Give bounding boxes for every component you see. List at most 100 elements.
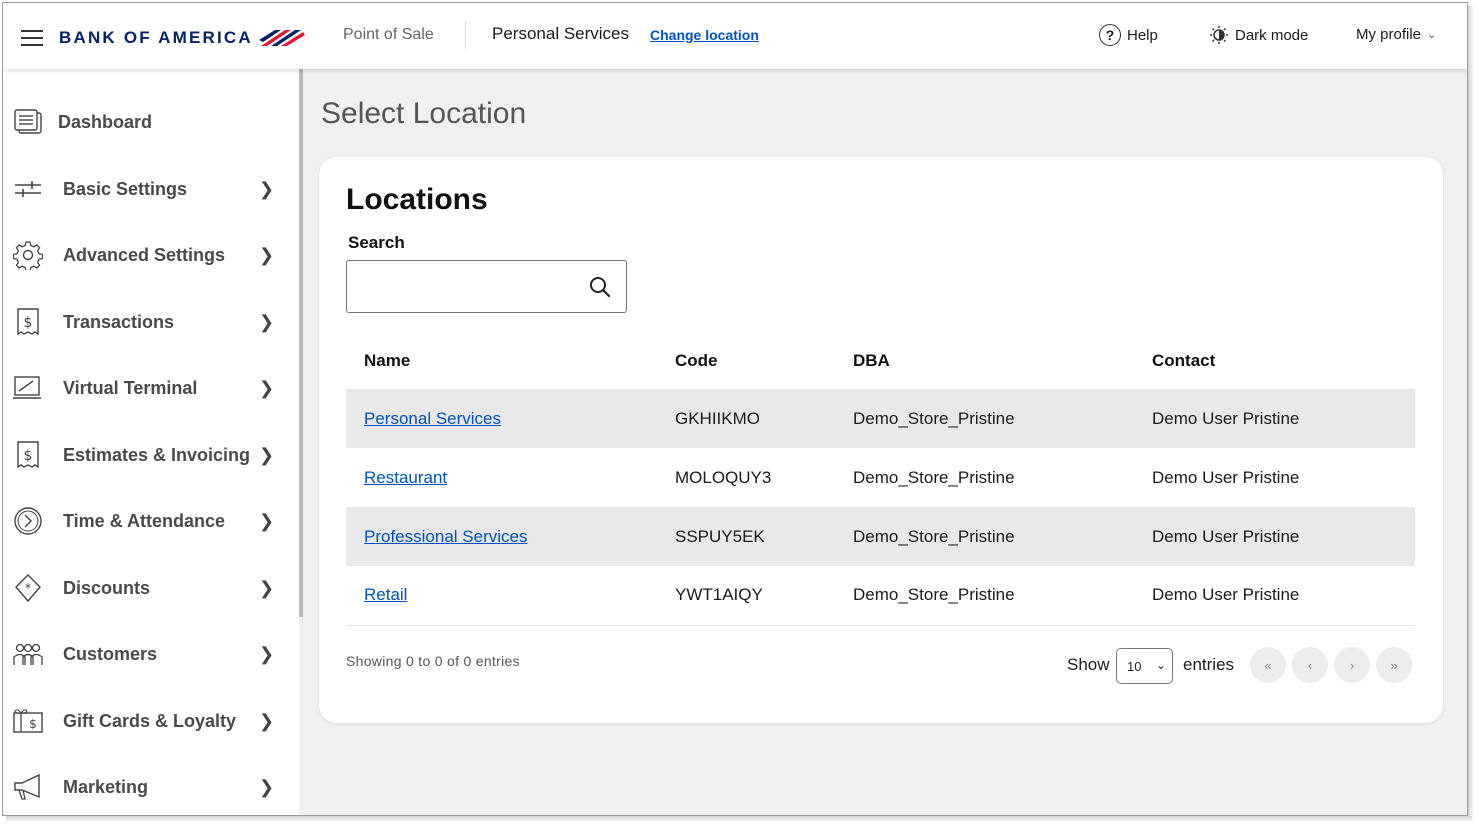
table-row: Professional Services SSPUY5EK Demo_Stor…	[346, 507, 1415, 566]
previous-page-button[interactable]: ‹	[1292, 647, 1328, 683]
help-label: Help	[1127, 26, 1158, 44]
svg-text:$: $	[29, 717, 37, 731]
table-row: Retail YWT1AIQY Demo_Store_Pristine Demo…	[346, 566, 1415, 626]
locations-table: Name Code DBA Contact Personal Services …	[346, 333, 1415, 626]
sidebar-item-label: Basic Settings	[63, 178, 188, 199]
chevron-down-icon: ⌄	[1427, 29, 1437, 41]
window-shadow-right	[1468, 6, 1474, 820]
table-cell-code: MOLOQUY3	[675, 467, 772, 487]
location-link[interactable]: Restaurant	[364, 468, 447, 487]
sidebar-item-discounts[interactable]: * Discounts ❯	[3, 560, 299, 616]
sidebar-item-label: Discounts	[63, 577, 151, 598]
sidebar-item-time-attendance[interactable]: Time & Attendance ❯	[3, 493, 299, 549]
locations-card: Locations Search Name Code DBA Contact P…	[319, 157, 1443, 723]
svg-text:$: $	[24, 448, 33, 464]
chevron-right-icon: ❯	[259, 510, 275, 531]
first-page-button[interactable]: «	[1250, 647, 1286, 683]
sidebar-item-basic-settings[interactable]: Basic Settings ❯	[3, 161, 299, 217]
sidebar-item-label: Estimates & Invoicing	[63, 444, 251, 465]
my-profile-menu[interactable]: My profile ⌄	[1356, 26, 1436, 43]
chevron-right-icon: ❯	[259, 643, 275, 664]
megaphone-icon	[13, 772, 43, 802]
sidebar-item-estimates-invoicing[interactable]: $ Estimates & Invoicing ❯	[3, 427, 299, 483]
table-cell-code: SSPUY5EK	[657, 507, 835, 566]
search-field[interactable]	[346, 260, 627, 313]
brand-name: BANK OF AMERICA	[59, 28, 253, 47]
sidebar-item-marketing[interactable]: Marketing ❯	[3, 759, 299, 815]
chevron-down-icon: ⌄	[1155, 658, 1166, 672]
entries-label: entries	[1183, 655, 1235, 674]
sidebar-item-label: Time & Attendance	[63, 510, 226, 531]
table-cell-contact: Demo User Pristine	[1134, 507, 1415, 566]
window-shadow-bottom	[6, 816, 1472, 822]
bank-logo[interactable]: BANK OF AMERICA	[59, 23, 307, 53]
current-location: Personal Services	[492, 24, 630, 43]
show-label: Show	[1067, 655, 1110, 674]
sidebar-item-label: Advanced Settings	[63, 244, 226, 265]
sidebar-item-virtual-terminal[interactable]: Virtual Terminal ❯	[3, 360, 299, 416]
chevron-right-icon: ❯	[259, 178, 275, 199]
column-header-name[interactable]: Name	[346, 333, 657, 389]
sidebar-scrollbar[interactable]	[299, 69, 303, 617]
sidebar-item-advanced-settings[interactable]: Advanced Settings ❯	[3, 227, 299, 283]
my-profile-label: My profile	[1356, 26, 1422, 43]
last-page-button[interactable]: »	[1376, 647, 1412, 683]
app-window: BANK OF AMERICA Point of Sale Personal S…	[2, 2, 1468, 816]
location-link[interactable]: Personal Services	[364, 409, 501, 428]
sidebar-item-label: Virtual Terminal	[63, 377, 198, 398]
entries-per-page-select[interactable]: 10 ⌄	[1116, 648, 1173, 684]
table-cell-code: GKHIIKMO	[657, 389, 835, 448]
svg-text:*: *	[25, 581, 31, 595]
column-header-contact[interactable]: Contact	[1134, 333, 1415, 389]
table-cell-contact: Demo User Pristine	[1152, 467, 1300, 487]
sidebar: Dashboard Basic Settings ❯ Advanced Sett…	[3, 69, 299, 815]
menu-icon[interactable]	[21, 30, 43, 46]
table-cell-name: Personal Services	[346, 389, 657, 448]
table-cell-dba: Demo_Store_Pristine	[835, 389, 1134, 448]
svg-text:$: $	[24, 315, 33, 331]
search-label: Search	[348, 233, 405, 252]
table-cell-name: Retail	[346, 566, 657, 626]
flag-logo-icon	[258, 30, 305, 46]
dark-mode-toggle[interactable]: Dark mode	[1209, 25, 1308, 45]
chevron-right-icon: ❯	[259, 710, 275, 731]
sidebar-item-customers[interactable]: Customers ❯	[3, 626, 299, 682]
receipt-dollar-icon: $	[13, 307, 43, 337]
brightness-icon	[1210, 26, 1228, 44]
chevron-right-icon: ❯	[259, 577, 275, 598]
customers-icon	[13, 639, 43, 669]
table-cell-code: YWT1AIQY	[657, 566, 835, 626]
location-link[interactable]: Retail	[364, 585, 407, 604]
terminal-icon	[13, 373, 43, 403]
gear-icon	[13, 240, 43, 270]
search-icon[interactable]	[589, 276, 611, 298]
invoice-dollar-icon: $	[13, 440, 43, 470]
search-input[interactable]	[357, 273, 577, 301]
discount-tag-icon: *	[13, 573, 43, 603]
sidebar-item-transactions[interactable]: $ Transactions ❯	[3, 294, 299, 350]
location-link[interactable]: Professional Services	[364, 527, 527, 546]
sidebar-item-label: Marketing	[63, 776, 149, 797]
chevron-right-icon: ❯	[259, 377, 275, 398]
sidebar-item-gift-cards-loyalty[interactable]: $ Gift Cards & Loyalty ❯	[3, 693, 299, 749]
sidebar-item-label: Customers	[63, 643, 158, 664]
column-header-dba[interactable]: DBA	[835, 333, 1134, 389]
change-location-link[interactable]: Change location	[650, 27, 759, 43]
dark-mode-label: Dark mode	[1235, 26, 1309, 44]
table-cell-name: Restaurant	[346, 448, 657, 507]
top-header: BANK OF AMERICA Point of Sale Personal S…	[3, 3, 1467, 69]
table-cell-dba: Demo_Store_Pristine	[835, 507, 1134, 566]
table-row: Personal Services GKHIIKMO Demo_Store_Pr…	[346, 389, 1415, 448]
sidebar-item-label: Gift Cards & Loyalty	[63, 710, 237, 731]
table-cell-dba: Demo_Store_Pristine	[835, 566, 1134, 626]
table-cell-contact: Demo User Pristine	[1134, 566, 1415, 626]
help-button[interactable]: ? Help	[1099, 24, 1158, 46]
next-page-button[interactable]: ›	[1334, 647, 1370, 683]
column-header-code[interactable]: Code	[657, 333, 835, 389]
chevron-right-icon: ❯	[259, 776, 275, 797]
entries-select-value: 10	[1127, 658, 1142, 674]
dashboard-icon	[13, 107, 43, 137]
entries-info: Showing 0 to 0 of 0 entries	[346, 653, 520, 669]
gift-card-icon: $	[13, 706, 43, 736]
sidebar-item-dashboard[interactable]: Dashboard	[3, 94, 299, 150]
